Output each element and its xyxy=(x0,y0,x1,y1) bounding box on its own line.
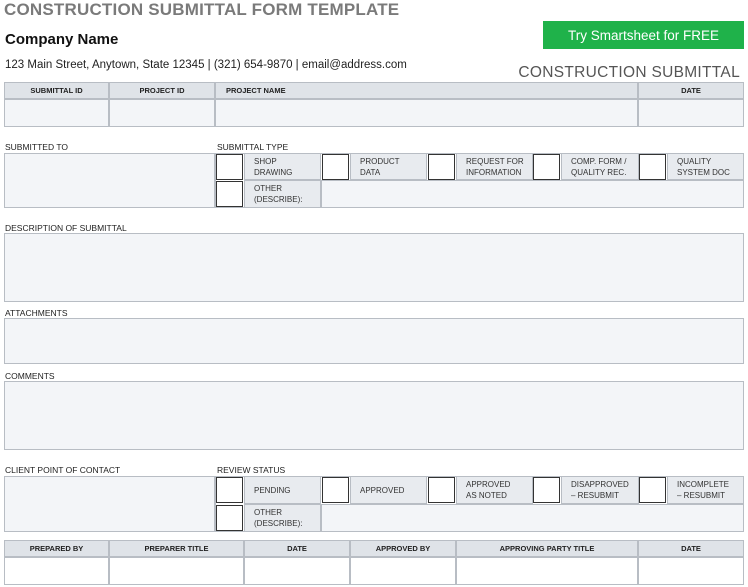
submittal-type-label: SUBMITTAL TYPE xyxy=(217,142,289,152)
disapproved-resubmit-checkbox[interactable] xyxy=(533,477,560,503)
submittal-other-description-field[interactable] xyxy=(321,180,744,208)
review-other-option: OTHER (DESCRIBE): xyxy=(244,504,321,532)
header-project-name: PROJECT NAME xyxy=(215,82,638,99)
quality-system-doc-option: QUALITY SYSTEM DOC xyxy=(667,153,744,180)
disapproved-resubmit-option: DISAPPROVED – RESUBMIT xyxy=(561,476,639,504)
company-name: Company Name xyxy=(5,31,119,48)
project-name-field[interactable] xyxy=(215,99,638,127)
approved-date-field[interactable] xyxy=(638,557,744,585)
header-project-id: PROJECT ID xyxy=(109,82,215,99)
approved-by-field[interactable] xyxy=(350,557,456,585)
product-data-option: PRODUCT DATA xyxy=(350,153,427,180)
submitted-to-label: SUBMITTED TO xyxy=(5,142,68,152)
header-approved-by: APPROVED BY xyxy=(350,540,456,557)
header-approved-date: DATE xyxy=(638,540,744,557)
comp-form-option: COMP. FORM / QUALITY REC. xyxy=(561,153,639,180)
header-prepared-date: DATE xyxy=(244,540,350,557)
prepared-date-field[interactable] xyxy=(244,557,350,585)
approved-checkbox[interactable] xyxy=(322,477,349,503)
date-field[interactable] xyxy=(638,99,744,127)
approving-party-title-field[interactable] xyxy=(456,557,638,585)
submittal-id-field[interactable] xyxy=(4,99,109,127)
submittal-other-checkbox[interactable] xyxy=(216,181,243,207)
header-preparer-title: PREPARER TITLE xyxy=(109,540,244,557)
pending-checkbox[interactable] xyxy=(216,477,243,503)
header-prepared-by: PREPARED BY xyxy=(4,540,109,557)
review-other-description-field[interactable] xyxy=(321,504,744,532)
header-approving-party-title: APPROVING PARTY TITLE xyxy=(456,540,638,557)
preparer-title-field[interactable] xyxy=(109,557,244,585)
form-subtitle: CONSTRUCTION SUBMITTAL xyxy=(518,64,740,81)
submittal-other-option: OTHER (DESCRIBE): xyxy=(244,180,321,208)
approved-as-noted-checkbox[interactable] xyxy=(428,477,455,503)
comp-form-checkbox[interactable] xyxy=(533,154,560,180)
attachments-label: ATTACHMENTS xyxy=(5,308,68,318)
submitted-to-field[interactable] xyxy=(4,153,215,208)
pending-option: PENDING xyxy=(244,476,321,504)
review-other-checkbox[interactable] xyxy=(216,505,243,531)
attachments-field[interactable] xyxy=(4,318,744,364)
incomplete-resubmit-option: INCOMPLETE – RESUBMIT xyxy=(667,476,744,504)
try-smartsheet-button[interactable]: Try Smartsheet for FREE xyxy=(543,21,744,49)
comments-field[interactable] xyxy=(4,381,744,450)
form-title: CONSTRUCTION SUBMITTAL FORM TEMPLATE xyxy=(4,0,400,19)
review-status-label: REVIEW STATUS xyxy=(217,465,286,475)
client-contact-field[interactable] xyxy=(4,476,215,532)
request-for-information-option: REQUEST FOR INFORMATION xyxy=(456,153,533,180)
shop-drawing-option: SHOP DRAWING xyxy=(244,153,321,180)
project-id-field[interactable] xyxy=(109,99,215,127)
comments-label: COMMENTS xyxy=(5,371,55,381)
shop-drawing-checkbox[interactable] xyxy=(216,154,243,180)
description-label: DESCRIPTION OF SUBMITTAL xyxy=(5,223,127,233)
header-date: DATE xyxy=(638,82,744,99)
approved-option: APPROVED xyxy=(350,476,427,504)
request-for-information-checkbox[interactable] xyxy=(428,154,455,180)
description-field[interactable] xyxy=(4,233,744,302)
quality-system-doc-checkbox[interactable] xyxy=(639,154,666,180)
client-contact-label: CLIENT POINT OF CONTACT xyxy=(5,465,121,475)
header-submittal-id: SUBMITTAL ID xyxy=(4,82,109,99)
approved-as-noted-option: APPROVED AS NOTED xyxy=(456,476,533,504)
product-data-checkbox[interactable] xyxy=(322,154,349,180)
prepared-by-field[interactable] xyxy=(4,557,109,585)
company-address: 123 Main Street, Anytown, State 12345 | … xyxy=(5,59,407,71)
incomplete-resubmit-checkbox[interactable] xyxy=(639,477,666,503)
